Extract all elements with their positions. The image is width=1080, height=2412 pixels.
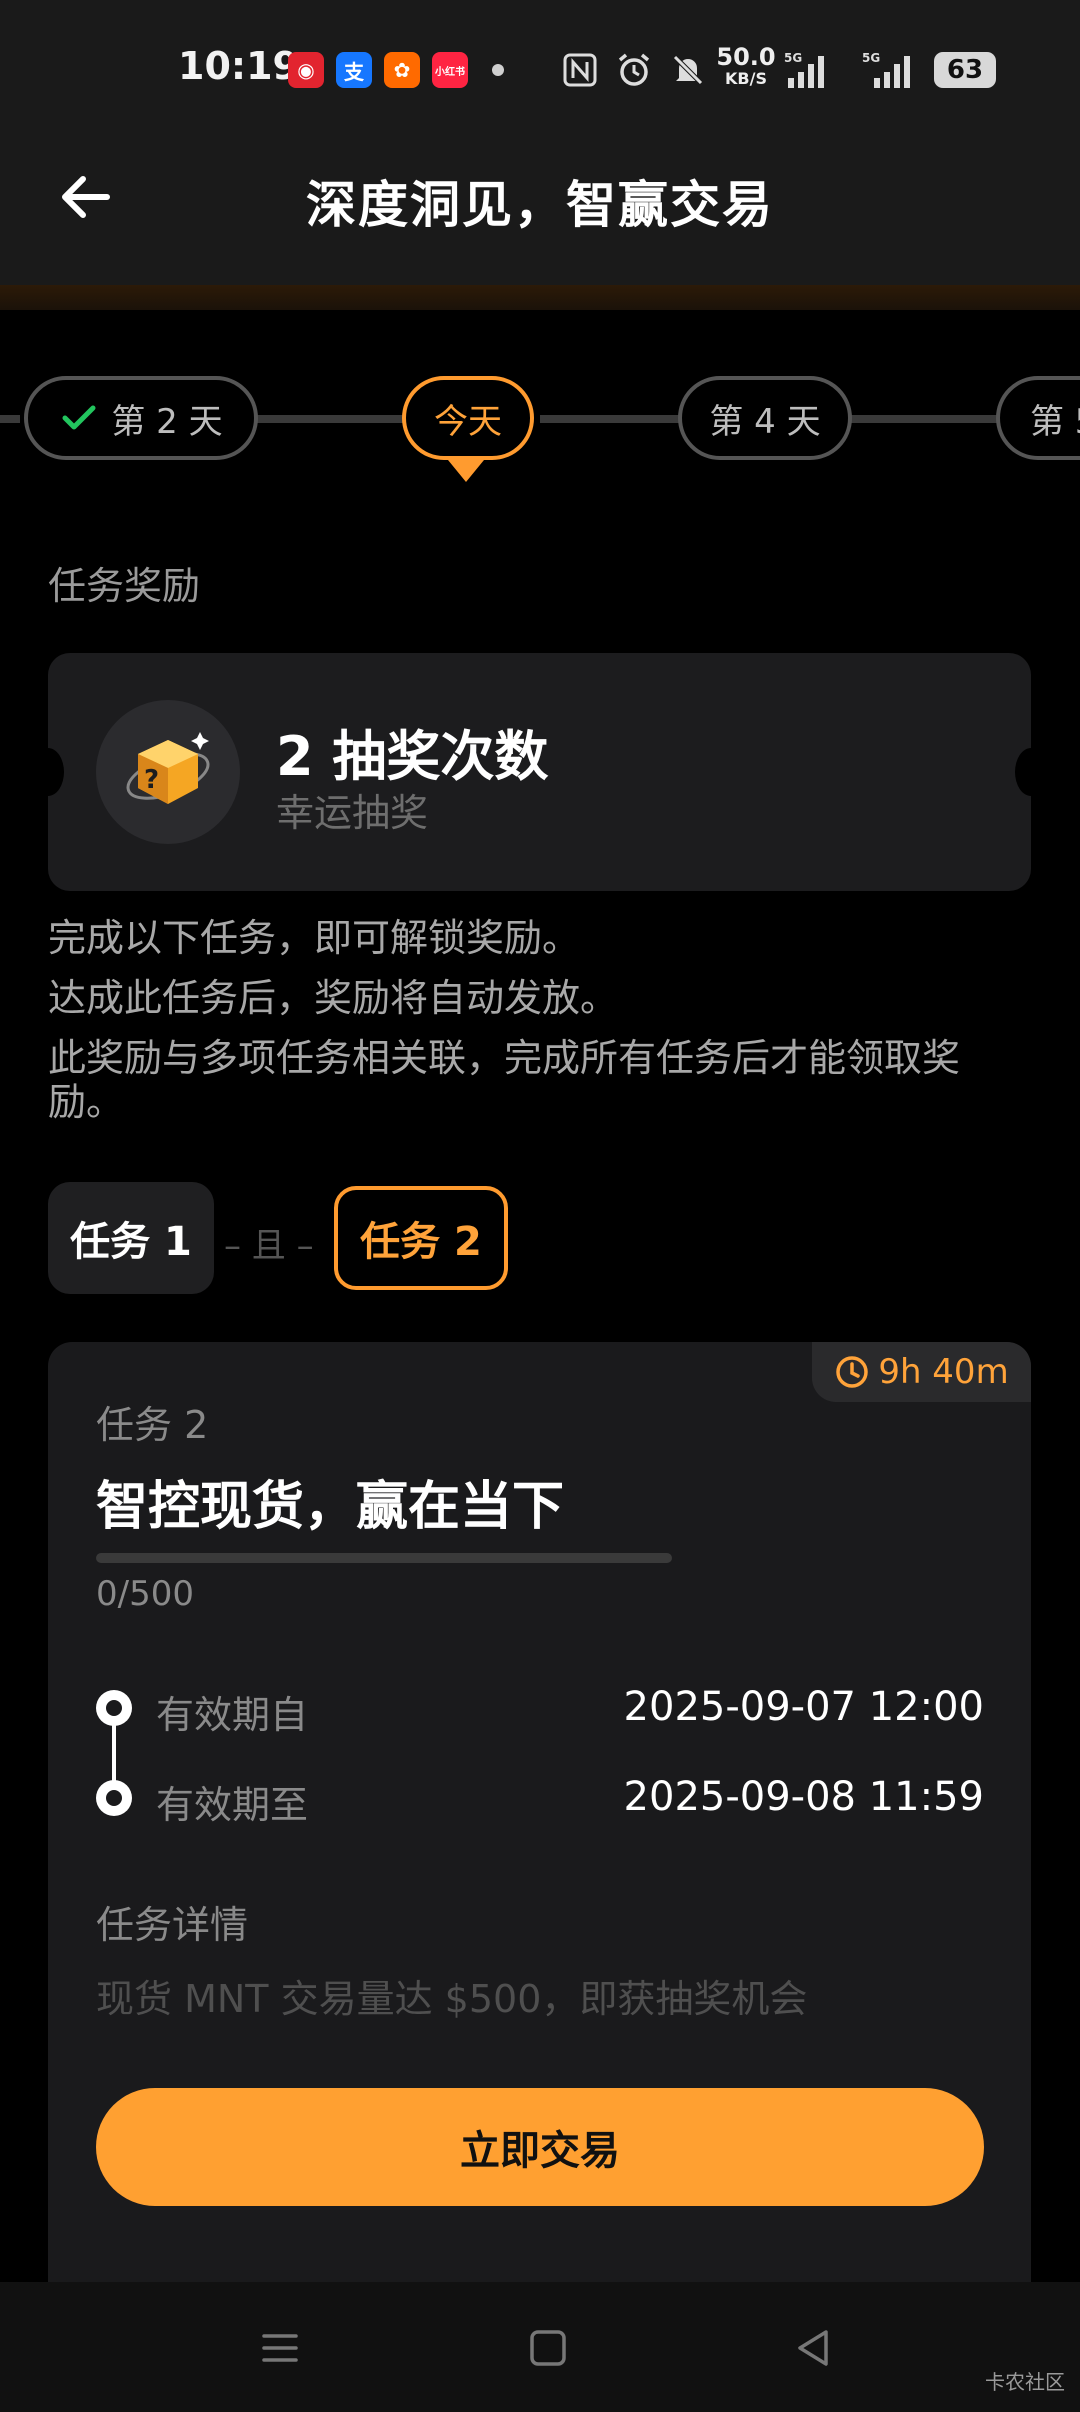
task-name: 智控现货，赢在当下	[96, 1477, 565, 1537]
valid-to-value: 2025-09-08 11:59	[623, 1774, 984, 1820]
tab-join-label: – 且 –	[224, 1226, 314, 1266]
net-speed: 50.0 KB/S	[716, 43, 776, 88]
svg-text:5G: 5G	[862, 51, 880, 65]
day-label: 第 5	[1030, 401, 1080, 442]
timeline-line	[112, 1724, 116, 1788]
xiaohongshu-app-icon: 小红书	[432, 52, 468, 88]
page-title: 深度洞见，智赢交易	[306, 176, 774, 234]
menu-nav-icon[interactable]	[252, 2320, 308, 2376]
description-line: 完成以下任务，即可解锁奖励。	[48, 916, 581, 960]
signal-strength-icon: 5G	[784, 50, 834, 90]
day-pill-today[interactable]: 今天	[402, 376, 534, 460]
status-time: 10:19	[178, 44, 299, 88]
stepper-connector	[0, 415, 20, 423]
timeline-end-dot	[96, 1780, 132, 1816]
clock-icon	[836, 1356, 869, 1388]
svg-text:?: ?	[144, 765, 159, 795]
card-notch	[32, 748, 64, 796]
battery-indicator: 63	[934, 52, 996, 88]
stepper-connector	[256, 415, 406, 423]
taobao-app-icon: ✿	[384, 52, 420, 88]
reward-section-label: 任务奖励	[48, 564, 201, 608]
valid-to-label: 有效期至	[156, 1783, 309, 1827]
valid-from-value: 2025-09-07 12:00	[623, 1684, 984, 1730]
description-line: 达成此任务后，奖励将自动发放。	[48, 976, 619, 1020]
check-icon	[62, 405, 96, 430]
countdown-badge: 9h 40m	[812, 1342, 1031, 1402]
task-detail-label: 任务详情	[96, 1903, 249, 1947]
back-nav-icon[interactable]	[786, 2320, 842, 2376]
tab-task-2[interactable]: 任务 2	[334, 1186, 508, 1290]
trade-now-button[interactable]: 立即交易	[96, 2088, 984, 2206]
active-day-pointer	[448, 460, 484, 482]
day-label: 第 4 天	[709, 401, 821, 442]
nfc-icon	[560, 50, 600, 90]
signal-strength-2-icon: 5G	[862, 50, 922, 90]
countdown-text: 9h 40m	[878, 1352, 1009, 1392]
watermark: 卡农社区	[985, 2370, 1065, 2394]
day-pill-4[interactable]: 第 4 天	[678, 376, 852, 460]
svg-text:5G: 5G	[784, 51, 802, 65]
lucky-draw-box-icon: ?	[96, 700, 240, 844]
task-number: 任务 2	[96, 1403, 209, 1447]
reward-subtitle: 幸运抽奖	[276, 791, 429, 835]
valid-from-label: 有效期自	[156, 1693, 309, 1737]
day-label: 第 2 天	[111, 401, 223, 442]
card-notch	[1015, 748, 1047, 796]
tab-task-1[interactable]: 任务 1	[48, 1182, 214, 1294]
alarm-icon	[614, 50, 654, 90]
day-pill-2[interactable]: 第 2 天	[24, 376, 258, 460]
notification-dot-icon	[492, 64, 504, 76]
task-detail-text: 现货 MNT 交易量达 $500，即获抽奖机会	[96, 1977, 808, 2021]
progress-text: 0/500	[96, 1574, 194, 1614]
progress-bar	[96, 1553, 672, 1563]
reward-title: 2 抽奖次数	[276, 725, 549, 788]
home-nav-icon[interactable]	[520, 2320, 576, 2376]
day-label: 今天	[434, 401, 502, 442]
mute-bell-icon	[668, 50, 708, 90]
header-divider	[0, 285, 1080, 310]
timeline-start-dot	[96, 1690, 132, 1726]
stepper-connector	[540, 415, 680, 423]
description-line: 此奖励与多项任务相关联，完成所有任务后才能领取奖励。	[48, 1036, 961, 1124]
day-pill-5[interactable]: 第 5	[996, 376, 1080, 460]
bank-app-icon: ◉	[288, 52, 324, 88]
stepper-connector	[850, 415, 1000, 423]
alipay-app-icon: 支	[336, 52, 372, 88]
